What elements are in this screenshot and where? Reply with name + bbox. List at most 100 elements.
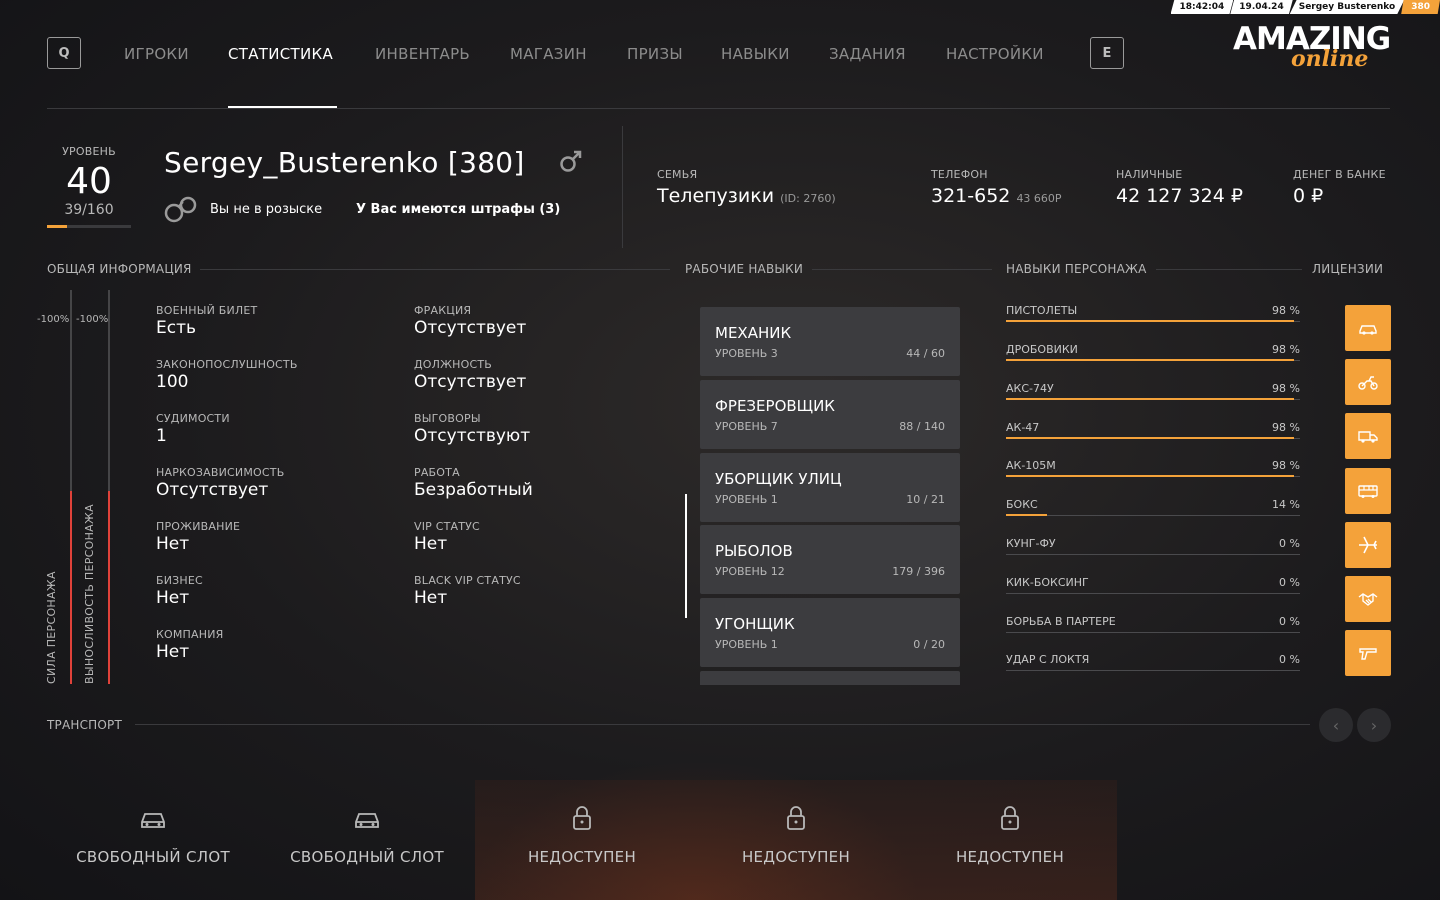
section-general-line — [200, 269, 670, 270]
slot-label: НЕДОСТУПЕН — [741, 848, 851, 866]
tab-prizes[interactable]: ПРИЗЫ — [627, 45, 683, 63]
profile-divider — [622, 126, 623, 248]
bank-label: ДЕНЕГ В БАНКЕ — [1293, 168, 1386, 181]
slot-label: СВОБОДНЫЙ СЛОТ — [290, 848, 444, 866]
job-card[interactable]: МЕХАНИК УРОВЕНЬ 3 44 / 60 — [700, 307, 960, 376]
car-icon — [141, 813, 165, 828]
tab-statistics[interactable]: СТАТИСТИКА — [228, 45, 333, 63]
skill-row: БОРЬБА В ПАРТЕРЕ 0 % — [1006, 615, 1300, 633]
job-card[interactable]: УБОРЩИК УЛИЦ УРОВЕНЬ 1 10 / 21 — [700, 453, 960, 522]
info-black-vip: BLACK VIP СТАТУС Нет — [414, 574, 521, 608]
cash-stat: НАЛИЧНЫЕ 42 127 324 ₽ — [1116, 168, 1243, 207]
license-moto[interactable] — [1345, 359, 1391, 405]
transport-slot[interactable]: СВОБОДНЫЙ СЛОТ — [46, 780, 260, 900]
license-bus[interactable] — [1345, 468, 1391, 514]
jobs-list: МЕХАНИК УРОВЕНЬ 3 44 / 60 ФРЕЗЕРОВЩИК УРОВЕ… — [700, 307, 960, 685]
lock-icon — [573, 806, 591, 830]
skill-row: ДРОБОВИКИ 98 % — [1006, 343, 1300, 361]
job-card[interactable]: РЫБОЛОВ УРОВЕНЬ 12 179 / 396 — [700, 525, 960, 594]
level-box: УРОВЕНЬ 40 39/160 — [47, 145, 131, 218]
info-residence: ПРОЖИВАНИЕ Нет — [156, 520, 241, 554]
level-label: УРОВЕНЬ — [62, 145, 116, 158]
skill-row: КУНГ-ФУ 0 % — [1006, 537, 1300, 555]
bank-stat: ДЕНЕГ В БАНКЕ 0 ₽ — [1293, 168, 1386, 207]
car-icon — [1359, 325, 1377, 335]
strength-label: СИЛА ПЕРСОНАЖА — [45, 571, 58, 684]
handcuffs-icon — [164, 196, 197, 223]
transport-slot-locked[interactable]: НЕДОСТУПЕН — [903, 780, 1117, 900]
player-name: Sergey_Busterenko [380] — [164, 146, 525, 179]
info-job: РАБОТА Безработный — [414, 466, 533, 500]
slot-label: НЕДОСТУПЕН — [527, 848, 637, 866]
jobs-scrollbar[interactable] — [685, 494, 687, 618]
tab-inventory[interactable]: ИНВЕНТАРЬ — [375, 45, 470, 63]
section-licenses: ЛИЦЕНЗИИ — [1312, 262, 1384, 276]
phone-label: ТЕЛЕФОН — [931, 168, 988, 181]
section-jobs: РАБОЧИЕ НАВЫКИ — [685, 262, 804, 276]
section-transport: ТРАНСПОРТ — [47, 718, 123, 732]
transport-slot[interactable]: СВОБОДНЫЙ СЛОТ — [260, 780, 474, 900]
license-car[interactable] — [1345, 305, 1391, 351]
info-company: КОМПАНИЯ Нет — [156, 628, 224, 662]
cash-label: НАЛИЧНЫЕ — [1116, 168, 1183, 181]
license-weapon[interactable] — [1345, 630, 1391, 676]
fines-status[interactable]: У Вас имеются штрафы (3) — [356, 202, 560, 217]
handshake-icon — [1358, 593, 1378, 606]
tab-shop[interactable]: МАГАЗИН — [510, 45, 587, 63]
level-value: 40 — [66, 161, 112, 202]
bus-icon — [1358, 485, 1378, 498]
lock-icon — [787, 806, 805, 830]
license-business[interactable] — [1345, 576, 1391, 622]
tab-players[interactable]: ИГРОКИ — [124, 45, 189, 63]
car-icon — [355, 813, 379, 828]
info-military-id: ВОЕННЫЙ БИЛЕТ Есть — [156, 304, 258, 338]
nav-prev-key[interactable]: Q — [47, 37, 81, 69]
status-date: 19.04.24 — [1230, 0, 1293, 14]
section-jobs-line — [812, 269, 992, 270]
info-convictions: СУДИМОСТИ 1 — [156, 412, 230, 446]
slot-label: НЕДОСТУПЕН — [955, 848, 1065, 866]
job-card-partial[interactable] — [700, 671, 960, 685]
stamina-top-label: -100% — [76, 314, 109, 325]
level-progress-fill — [47, 225, 68, 228]
phone-balance: 43 660Р — [1016, 192, 1062, 205]
skill-row: БОКС 14 % — [1006, 498, 1300, 516]
status-bar: 18:42:04 19.04.24 Sergey Busterenko 380 — [1170, 0, 1440, 14]
status-level: 380 — [1401, 0, 1440, 14]
gun-icon — [1359, 648, 1377, 660]
info-vip: VIP СТАТУС Нет — [414, 520, 480, 554]
info-law-abiding: ЗАКОНОПОСЛУШНОСТЬ 100 — [156, 358, 298, 392]
license-truck[interactable] — [1345, 413, 1391, 459]
level-xp: 39/160 — [64, 202, 114, 218]
phone-number: 321-652 — [931, 185, 1011, 207]
transport-slot-locked[interactable]: НЕДОСТУПЕН — [475, 780, 689, 900]
cash-value: 42 127 324 ₽ — [1116, 185, 1243, 207]
info-position: ДОЛЖНОСТЬ Отсутствует — [414, 358, 527, 392]
transport-next-button[interactable]: › — [1357, 708, 1391, 742]
tab-settings[interactable]: НАСТРОЙКИ — [946, 45, 1044, 63]
logo: AMAZING online — [1233, 22, 1425, 72]
moto-icon — [1358, 376, 1378, 390]
nav-next-key[interactable]: E — [1090, 37, 1124, 69]
job-card[interactable]: ФРЕЗЕРОВЩИК УРОВЕНЬ 7 88 / 140 — [700, 380, 960, 449]
tab-skills[interactable]: НАВЫКИ — [721, 45, 790, 63]
section-skills: НАВЫКИ ПЕРСОНАЖА — [1006, 262, 1147, 276]
status-time: 18:42:04 — [1170, 0, 1234, 14]
section-skills-line — [1156, 269, 1302, 270]
license-plane[interactable] — [1345, 522, 1391, 568]
section-transport-line — [135, 724, 1310, 725]
male-icon — [560, 150, 582, 172]
skill-row: ПИСТОЛЕТЫ 98 % — [1006, 304, 1300, 322]
plane-icon — [1359, 536, 1377, 554]
transport-prev-button[interactable]: ‹ — [1319, 708, 1353, 742]
tab-tasks[interactable]: ЗАДАНИЯ — [829, 45, 906, 63]
info-addiction: НАРКОЗАВИСИМОСТЬ Отсутствует — [156, 466, 285, 500]
job-card[interactable]: УГОНЩИК УРОВЕНЬ 10 / 20 — [700, 598, 960, 667]
info-faction: ФРАКЦИЯ Отсутствует — [414, 304, 527, 338]
wanted-status: Вы не в розыске — [210, 202, 323, 217]
logo-sub: online — [1291, 46, 1369, 72]
transport-slot-locked[interactable]: НЕДОСТУПЕН — [689, 780, 903, 900]
status-player: Sergey Busterenko — [1289, 0, 1405, 14]
info-reprimands: ВЫГОВОРЫ Отсутствуют — [414, 412, 531, 446]
family-id: (ID: 2760) — [780, 192, 836, 205]
